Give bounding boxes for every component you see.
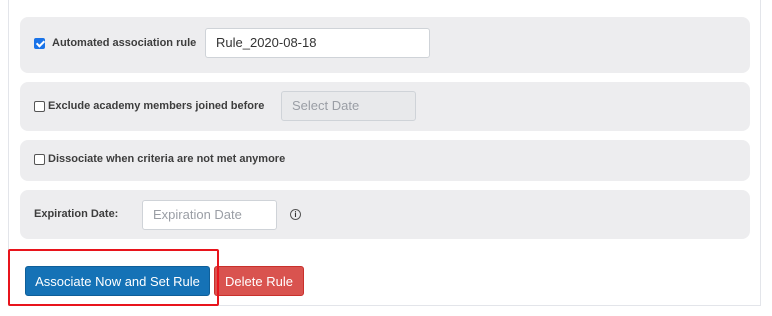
exclude-members-row: Exclude academy members joined before Se… bbox=[20, 82, 750, 131]
dissociate-checkbox[interactable] bbox=[34, 154, 45, 165]
exclude-members-checkbox[interactable] bbox=[34, 101, 45, 112]
dissociate-label: Dissociate when criteria are not met any… bbox=[48, 153, 286, 165]
dissociate-row: Dissociate when criteria are not met any… bbox=[20, 140, 750, 181]
exclude-members-label: Exclude academy members joined before bbox=[48, 100, 265, 112]
rule-name-input[interactable]: Rule_2020-08-18 bbox=[205, 28, 430, 58]
info-icon[interactable]: i bbox=[290, 209, 301, 220]
automated-rule-label: Automated association rule bbox=[52, 37, 197, 49]
expiration-date-label: Expiration Date: bbox=[34, 208, 119, 220]
delete-rule-button[interactable]: Delete Rule bbox=[214, 266, 304, 296]
select-date-input[interactable]: Select Date bbox=[281, 91, 416, 121]
automated-rule-checkbox[interactable] bbox=[34, 38, 45, 49]
automated-rule-row: Automated association rule Rule_2020-08-… bbox=[20, 17, 750, 73]
highlight-box bbox=[8, 249, 219, 306]
expiration-row: Expiration Date: Expiration Date i bbox=[20, 190, 750, 239]
expiration-date-input[interactable]: Expiration Date bbox=[142, 200, 277, 230]
